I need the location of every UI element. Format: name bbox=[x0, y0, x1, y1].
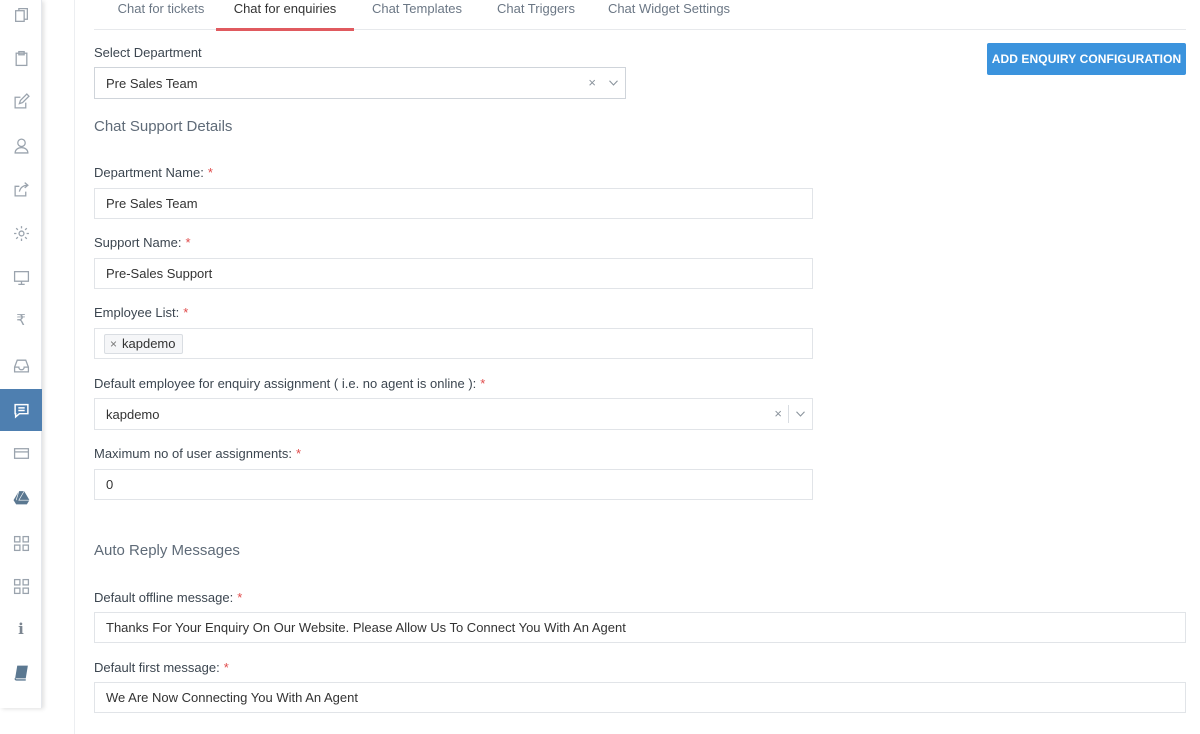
support-name-value: Pre-Sales Support bbox=[106, 266, 213, 281]
default-employee-label-text: Default employee for enquiry assignment … bbox=[94, 376, 477, 391]
chip-remove-icon[interactable]: × bbox=[110, 337, 117, 351]
department-name-label-text: Department Name: bbox=[94, 165, 204, 180]
max-assignments-value: 0 bbox=[106, 477, 114, 492]
employee-list-field[interactable]: × kapdemo bbox=[94, 328, 813, 359]
support-name-label-text: Support Name: bbox=[94, 235, 182, 250]
user-icon[interactable] bbox=[0, 124, 42, 166]
required-mark: * bbox=[223, 660, 229, 675]
first-message-value: We Are Now Connecting You With An Agent bbox=[106, 690, 358, 705]
max-assignments-label-text: Maximum no of user assignments: bbox=[94, 446, 292, 461]
tab-chat-widget-settings[interactable]: Chat Widget Settings bbox=[602, 0, 736, 30]
card-icon[interactable] bbox=[0, 432, 42, 474]
rupee-icon[interactable]: ₹ bbox=[0, 299, 42, 341]
required-mark: * bbox=[183, 305, 189, 320]
copy-icon[interactable] bbox=[0, 0, 42, 36]
max-assignments-field[interactable]: 0 bbox=[94, 469, 813, 500]
support-name-field[interactable]: Pre-Sales Support bbox=[94, 258, 813, 289]
clipboard-icon[interactable] bbox=[0, 37, 42, 79]
tab-chat-for-tickets[interactable]: Chat for tickets bbox=[108, 0, 214, 30]
share-icon[interactable] bbox=[0, 168, 42, 210]
department-clear-icon[interactable]: × bbox=[582, 75, 602, 90]
chat-support-details-heading: Chat Support Details bbox=[94, 118, 233, 135]
select-department-label: Select Department bbox=[94, 45, 202, 60]
default-employee-select[interactable]: kapdemo × bbox=[94, 398, 813, 430]
grid-icon[interactable] bbox=[0, 522, 42, 564]
employee-chip-label: kapdemo bbox=[122, 336, 176, 351]
chat-tabs: Chat for tickets Chat for enquiries Chat… bbox=[94, 0, 1186, 31]
default-employee-value: kapdemo bbox=[106, 406, 160, 422]
employee-list-label: Employee List: * bbox=[94, 305, 188, 320]
inbox-icon[interactable] bbox=[0, 344, 42, 386]
department-name-label: Department Name: * bbox=[94, 165, 213, 180]
default-employee-controls: × bbox=[768, 399, 812, 428]
chevron-down-icon[interactable] bbox=[788, 404, 812, 423]
book-icon[interactable] bbox=[0, 651, 42, 693]
tab-chat-triggers[interactable]: Chat Triggers bbox=[490, 0, 582, 30]
first-message-label-text: Default first message: bbox=[94, 660, 220, 675]
default-employee-label: Default employee for enquiry assignment … bbox=[94, 376, 485, 391]
required-mark: * bbox=[185, 235, 191, 250]
department-name-field[interactable]: Pre Sales Team bbox=[94, 188, 813, 219]
left-sidebar: ₹ i bbox=[0, 0, 42, 708]
first-message-field[interactable]: We Are Now Connecting You With An Agent bbox=[94, 682, 1186, 713]
drive-icon[interactable] bbox=[0, 476, 42, 518]
offline-message-value: Thanks For Your Enquiry On Our Website. … bbox=[106, 620, 626, 635]
gear-icon[interactable] bbox=[0, 212, 42, 254]
support-name-label: Support Name: * bbox=[94, 235, 191, 250]
tab-chat-for-enquiries[interactable]: Chat for enquiries bbox=[216, 0, 354, 31]
employee-list-label-text: Employee List: bbox=[94, 305, 180, 320]
chevron-down-icon[interactable] bbox=[602, 74, 625, 92]
required-mark: * bbox=[295, 446, 302, 461]
required-mark: * bbox=[237, 590, 243, 605]
default-employee-clear-icon[interactable]: × bbox=[768, 406, 788, 421]
max-assignments-label: Maximum no of user assignments: * bbox=[94, 446, 301, 461]
chat-icon[interactable] bbox=[0, 389, 42, 431]
info-icon[interactable]: i bbox=[0, 608, 42, 650]
edit-icon[interactable] bbox=[0, 80, 42, 122]
content-divider bbox=[74, 0, 75, 734]
auto-reply-heading: Auto Reply Messages bbox=[94, 542, 240, 559]
department-name-value: Pre Sales Team bbox=[106, 196, 198, 211]
offline-message-label-text: Default offline message: bbox=[94, 590, 234, 605]
department-select-value: Pre Sales Team bbox=[106, 75, 198, 91]
add-enquiry-configuration-button[interactable]: ADD ENQUIRY CONFIGURATION bbox=[987, 43, 1186, 75]
grid-icon[interactable] bbox=[0, 565, 42, 607]
first-message-label: Default first message: * bbox=[94, 660, 229, 675]
department-select-controls: × bbox=[582, 68, 625, 97]
monitor-icon[interactable] bbox=[0, 256, 42, 298]
required-mark: * bbox=[207, 165, 213, 180]
tab-chat-templates[interactable]: Chat Templates bbox=[364, 0, 470, 30]
employee-chip: × kapdemo bbox=[104, 333, 183, 354]
department-select[interactable]: Pre Sales Team × bbox=[94, 67, 626, 99]
required-mark: * bbox=[480, 376, 486, 391]
offline-message-label: Default offline message: * bbox=[94, 590, 242, 605]
offline-message-field[interactable]: Thanks For Your Enquiry On Our Website. … bbox=[94, 612, 1186, 643]
